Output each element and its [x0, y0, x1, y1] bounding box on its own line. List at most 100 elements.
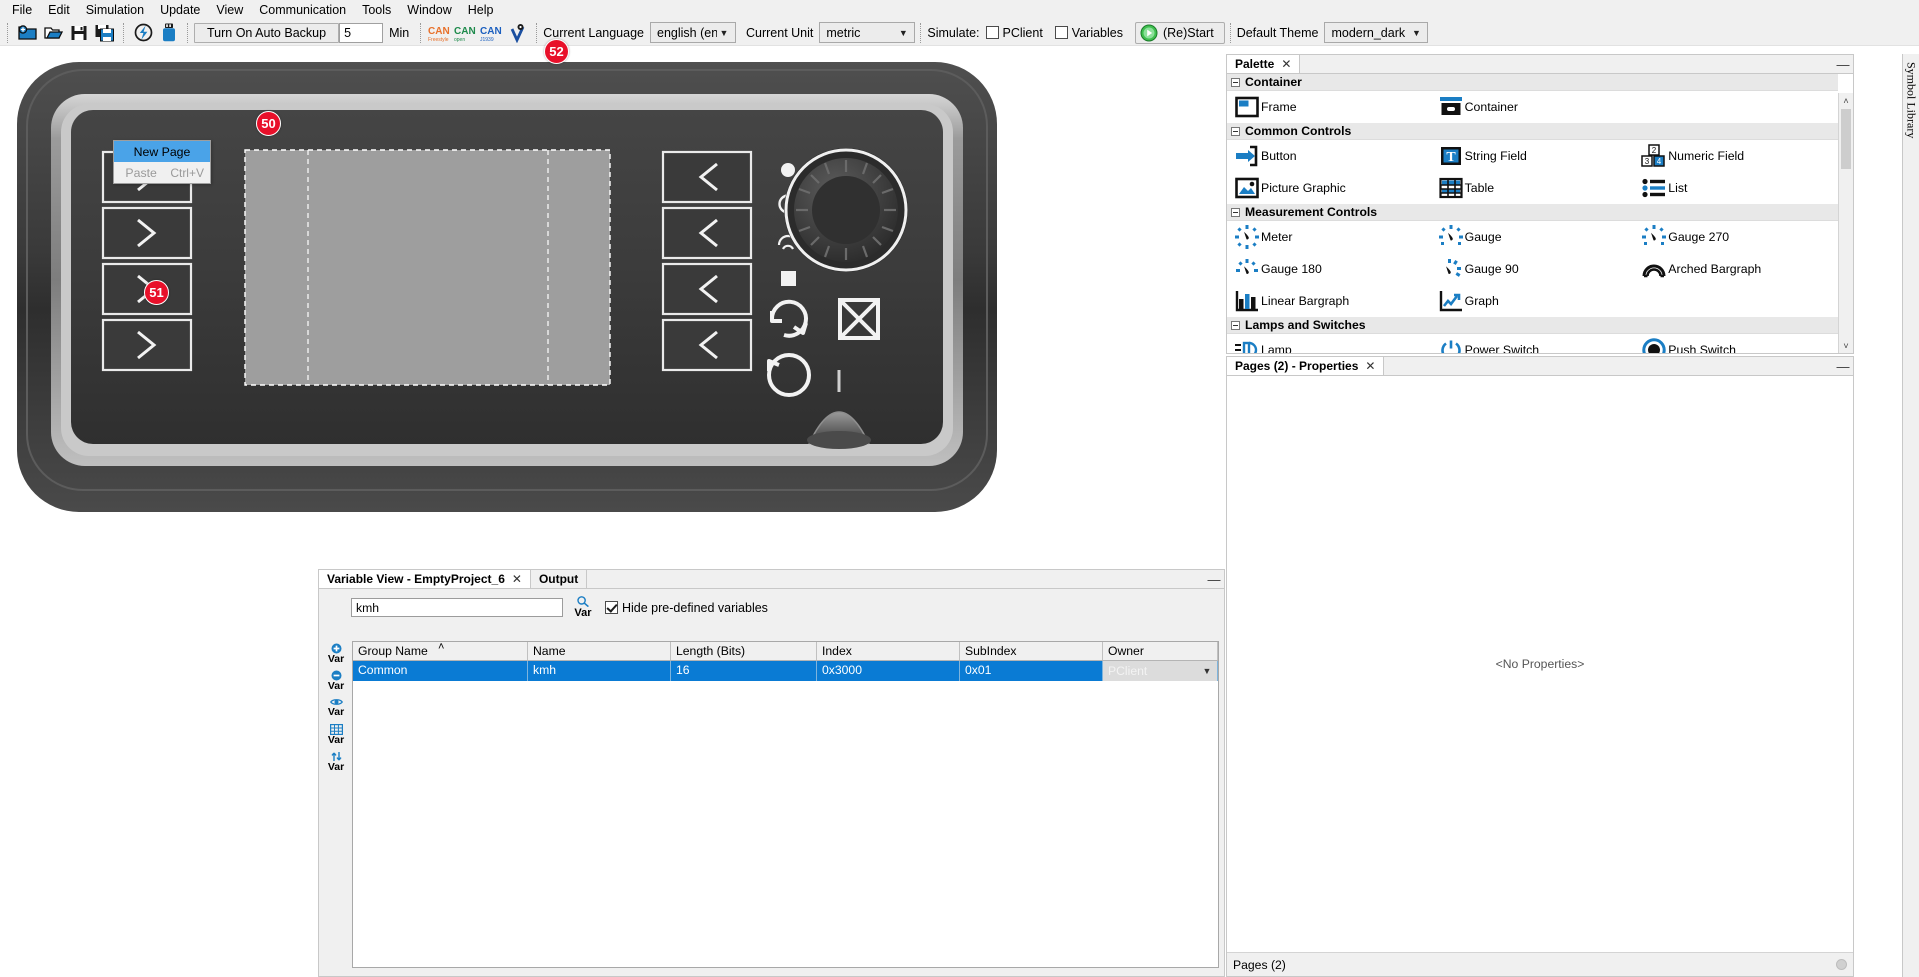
context-menu-item-label: Paste: [120, 166, 162, 180]
menu-item-simulation[interactable]: Simulation: [78, 0, 152, 20]
play-circle-icon: [1140, 24, 1158, 42]
menu-item-edit[interactable]: Edit: [40, 0, 78, 20]
sort-asc-icon: ˄: [438, 638, 444, 656]
usb-icon[interactable]: [156, 22, 182, 44]
palette-group-container[interactable]: Container: [1227, 74, 1838, 91]
column-length-bits[interactable]: Length (Bits): [671, 642, 817, 660]
palette-item-frame[interactable]: Frame: [1227, 91, 1431, 123]
collapse-icon[interactable]: [1231, 127, 1240, 136]
language-select[interactable]: english (en) ▼: [650, 22, 736, 43]
tab-palette[interactable]: Palette ✕: [1227, 55, 1300, 73]
variable-table-header: Group Name ˄ Name Length (Bits) Index Su…: [353, 642, 1218, 661]
palette-item-graph[interactable]: Graph: [1431, 285, 1635, 317]
sync-var-button[interactable]: Var: [323, 749, 349, 773]
tab-pages-properties[interactable]: Pages (2) - Properties ✕: [1227, 357, 1384, 375]
collapse-icon[interactable]: [1231, 78, 1240, 87]
palette-group-lamps-and-switches-label: Lamps and Switches: [1245, 318, 1366, 332]
minimize-icon[interactable]: —: [1833, 55, 1853, 73]
variable-search-input[interactable]: [351, 598, 563, 617]
tab-variable-view[interactable]: Variable View - EmptyProject_6 ✕: [319, 570, 531, 588]
palette-item-container[interactable]: Container: [1431, 91, 1635, 123]
can-j1939-icon[interactable]: CANJ1939: [479, 22, 505, 44]
can-freestyle-icon[interactable]: CANFreestyle: [427, 22, 453, 44]
scroll-down-icon[interactable]: ˅: [1839, 338, 1853, 353]
palette-row: Picture Graphic Table List: [1227, 172, 1838, 204]
gauge-icon: [1437, 225, 1465, 249]
close-icon[interactable]: ✕: [1281, 57, 1291, 71]
view-var-button[interactable]: Var: [323, 695, 349, 719]
tabs-filler: [587, 570, 1204, 588]
menu-item-window[interactable]: Window: [399, 0, 459, 20]
restart-button[interactable]: (Re)Start: [1135, 22, 1225, 44]
palette-item-gauge-90[interactable]: Gauge 90: [1431, 253, 1635, 285]
table-row[interactable]: Common kmh 16 0x3000 0x01 PClient ▼: [353, 661, 1218, 681]
palette-item-push-switch[interactable]: Push Switch: [1634, 334, 1838, 353]
palette-item-linear-bargraph[interactable]: Linear Bargraph: [1227, 285, 1431, 317]
page-editor-panel: Gauges Page [41] ✕ Page 1 [54] ✕ ◀ ▶ ▼ ❐: [0, 0, 907, 520]
palette-item-table[interactable]: Table: [1431, 172, 1635, 204]
gauge-270-icon: [1640, 225, 1668, 249]
save-all-icon[interactable]: [92, 22, 118, 44]
palette-item-power-switch[interactable]: Power Switch: [1431, 334, 1635, 353]
save-icon[interactable]: [66, 22, 92, 44]
auto-backup-button[interactable]: Turn On Auto Backup: [194, 23, 339, 43]
simulate-pclient-checkbox[interactable]: PClient: [986, 26, 1043, 40]
flash-icon[interactable]: [130, 22, 156, 44]
theme-select[interactable]: modern_dark ▼: [1324, 22, 1428, 43]
close-icon[interactable]: ✕: [512, 572, 522, 586]
search-var-icon[interactable]: Var: [569, 596, 597, 619]
annotation-badge-51: 51: [144, 280, 169, 305]
symbol-library-side-tab[interactable]: Symbol Library: [1902, 54, 1919, 977]
minimize-icon[interactable]: —: [1833, 357, 1853, 375]
new-project-icon[interactable]: [14, 22, 40, 44]
remove-var-button[interactable]: Var: [323, 668, 349, 692]
close-icon[interactable]: ✕: [1365, 359, 1375, 373]
unit-select[interactable]: metric ▼: [819, 22, 915, 43]
context-menu-item-new-page[interactable]: New Page: [114, 141, 210, 162]
settings-v-icon[interactable]: [505, 22, 531, 44]
collapse-icon[interactable]: [1231, 208, 1240, 217]
column-owner[interactable]: Owner: [1103, 642, 1218, 660]
context-menu-item-accel: Ctrl+V: [170, 166, 204, 180]
palette-group-lamps-and-switches[interactable]: Lamps and Switches: [1227, 317, 1838, 334]
column-index[interactable]: Index: [817, 642, 960, 660]
palette-item-picture-graphic[interactable]: Picture Graphic: [1227, 172, 1431, 204]
table-var-button[interactable]: Var: [323, 722, 349, 746]
add-var-button[interactable]: Var: [323, 641, 349, 665]
menu-item-update[interactable]: Update: [152, 0, 208, 20]
palette-scrollbar[interactable]: ˄ ˅: [1838, 93, 1853, 353]
backup-interval-input[interactable]: [339, 23, 383, 43]
palette-item-numeric-field[interactable]: 234 Numeric Field: [1634, 140, 1838, 172]
open-project-icon[interactable]: [40, 22, 66, 44]
menu-item-tools[interactable]: Tools: [354, 0, 399, 20]
column-subindex[interactable]: SubIndex: [960, 642, 1103, 660]
menu-item-view[interactable]: View: [208, 0, 251, 20]
palette-item-string-field[interactable]: T String Field: [1431, 140, 1635, 172]
palette-item-arched-bargraph[interactable]: Arched Bargraph: [1634, 253, 1838, 285]
column-name[interactable]: Name: [528, 642, 671, 660]
menu-item-help[interactable]: Help: [460, 0, 502, 20]
menu-item-file[interactable]: File: [4, 0, 40, 20]
context-menu-item-paste[interactable]: Paste Ctrl+V: [114, 162, 210, 183]
palette-item-gauge[interactable]: Gauge: [1431, 221, 1635, 253]
palette-item-gauge-270[interactable]: Gauge 270: [1634, 221, 1838, 253]
column-group-name[interactable]: Group Name ˄: [353, 642, 528, 660]
palette-item-button[interactable]: Button: [1227, 140, 1431, 172]
hide-predefined-checkbox[interactable]: Hide pre-defined variables: [605, 601, 768, 615]
menu-item-communication[interactable]: Communication: [251, 0, 354, 20]
scroll-up-icon[interactable]: ˄: [1839, 93, 1853, 108]
palette-item-meter[interactable]: Meter: [1227, 221, 1431, 253]
palette-item-gauge-180[interactable]: Gauge 180: [1227, 253, 1431, 285]
scrollbar-thumb[interactable]: [1841, 109, 1851, 169]
palette-item-push-switch-label: Push Switch: [1668, 343, 1736, 353]
can-open-icon[interactable]: CANopen: [453, 22, 479, 44]
palette-item-lamp[interactable]: Lamp: [1227, 334, 1431, 353]
palette-group-measurement-controls[interactable]: Measurement Controls: [1227, 204, 1838, 221]
collapse-icon[interactable]: [1231, 321, 1240, 330]
tab-output[interactable]: Output: [531, 570, 587, 588]
minimize-icon[interactable]: —: [1204, 570, 1224, 588]
palette-item-list[interactable]: List: [1634, 172, 1838, 204]
simulate-variables-checkbox[interactable]: Variables: [1055, 26, 1123, 40]
palette-group-common-controls[interactable]: Common Controls: [1227, 123, 1838, 140]
cell-owner-select[interactable]: PClient ▼: [1103, 661, 1218, 681]
